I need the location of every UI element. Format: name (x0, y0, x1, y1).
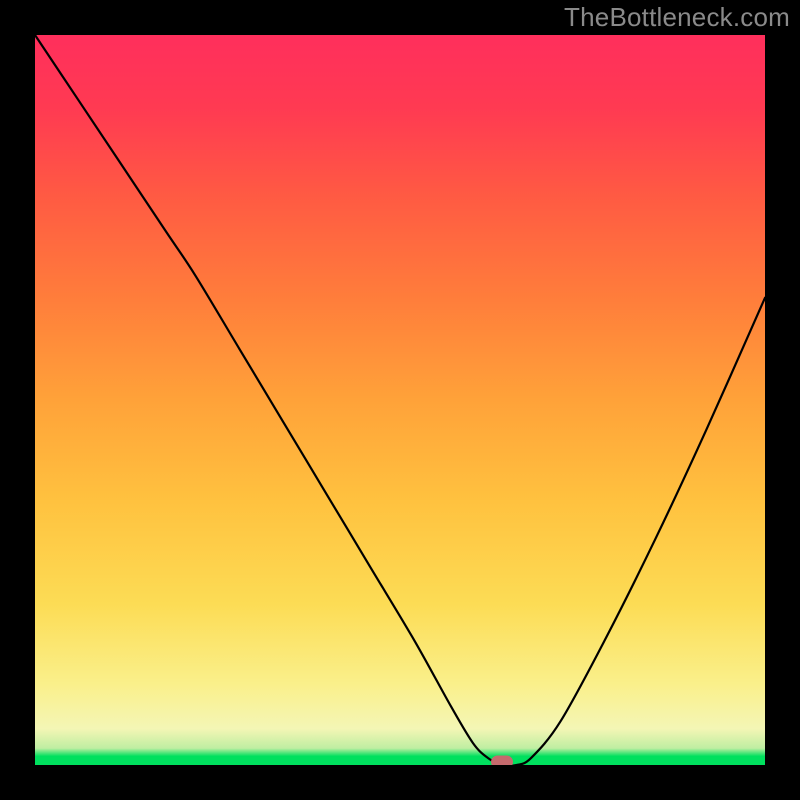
chart-frame: TheBottleneck.com (0, 0, 800, 800)
curve-svg (35, 35, 765, 765)
optimal-point-marker (491, 756, 513, 766)
bottleneck-curve (35, 35, 765, 765)
watermark-text: TheBottleneck.com (564, 2, 790, 33)
plot-area (35, 35, 765, 765)
